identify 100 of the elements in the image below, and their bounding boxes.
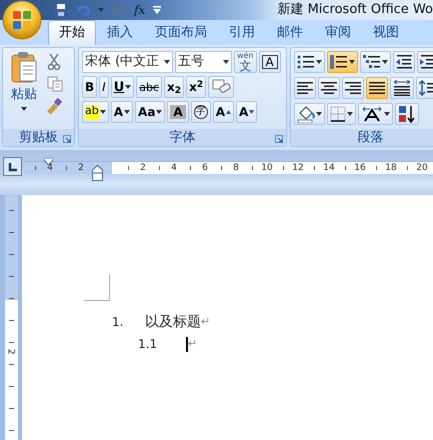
customize-icon: [153, 6, 162, 14]
align-center-icon: [321, 81, 337, 95]
ruler-number: 14: [323, 162, 335, 174]
ruler-number: 6: [202, 162, 208, 174]
dialog-launcher-icon: [63, 135, 71, 143]
dialog-launcher-icon: [275, 135, 283, 143]
clear-format-icon: [211, 78, 232, 96]
align-right-button[interactable]: [342, 77, 364, 99]
margin-corner-mark: [84, 275, 110, 301]
justify-button[interactable]: [366, 77, 388, 99]
ribbon-tab[interactable]: 视图: [362, 20, 410, 45]
asian-layout-button[interactable]: [358, 103, 393, 125]
ruler-number: 2: [4, 348, 16, 355]
ruler-number: 8: [233, 162, 239, 174]
copy-button[interactable]: [46, 75, 64, 93]
enclose-button[interactable]: 字: [190, 101, 211, 123]
redo-icon: [112, 4, 126, 16]
font-size-field[interactable]: 五号: [175, 51, 232, 73]
copy-icon: [47, 76, 63, 92]
tab-stop-icon: [8, 162, 18, 172]
line-spacing-icon: [419, 80, 433, 96]
group-label: 字体: [168, 128, 196, 146]
sort-button[interactable]: [395, 103, 419, 125]
caret-icon: [98, 8, 104, 12]
phonetic-button[interactable]: wén 文: [234, 51, 257, 73]
char-border-button[interactable]: A: [258, 51, 281, 73]
multilevel-icon: [363, 55, 381, 69]
ruler-number: 12: [292, 162, 304, 174]
shading-button[interactable]: [294, 103, 325, 125]
format-painter-button[interactable]: [46, 97, 64, 115]
ruler-number: 16: [354, 162, 366, 174]
save-button[interactable]: [52, 1, 70, 19]
strike-button[interactable]: abc: [136, 76, 162, 98]
up-arrow-icon: [226, 110, 232, 114]
line-spacing-button[interactable]: [416, 77, 433, 99]
clipboard-icon: [10, 51, 38, 83]
ribbon-tab[interactable]: 页面布局: [144, 20, 218, 45]
ruler-number: 4: [47, 162, 53, 174]
ribbon-tab[interactable]: 审阅: [314, 20, 362, 45]
borders-button[interactable]: [327, 103, 356, 125]
increase-indent-button[interactable]: [417, 51, 433, 73]
align-right-icon: [345, 81, 361, 95]
formula-button[interactable]: fx: [132, 1, 148, 19]
ribbon-tab[interactable]: 开始: [48, 20, 96, 45]
subscript-button[interactable]: x$_{2}$: [164, 76, 184, 98]
shrink-button[interactable]: A: [236, 101, 258, 123]
paragraph-mark: ↵: [201, 314, 210, 330]
paint-bucket-icon: [297, 105, 315, 123]
char-shading-button[interactable]: A: [167, 101, 189, 123]
paragraph-mark: ↵: [188, 336, 198, 352]
caret-icon: [21, 106, 27, 110]
font-name-field[interactable]: 宋体 (中文正: [82, 51, 173, 73]
decrease-indent-icon: [396, 55, 412, 69]
caret-icon: [223, 60, 229, 64]
bullets-button[interactable]: [294, 51, 325, 73]
list-number: 1.1: [138, 336, 158, 353]
italic-button[interactable]: I: [99, 76, 109, 98]
borders-icon: [330, 106, 346, 122]
superscript-button[interactable]: x$^{2}$: [186, 76, 206, 98]
window-title: 新建 Microsoft Office Wo: [277, 1, 433, 20]
distributed-button[interactable]: [390, 77, 414, 99]
brush-icon: [47, 98, 63, 114]
clear-format-button[interactable]: [208, 76, 234, 98]
scissors-icon: [47, 54, 61, 70]
ribbon-tab[interactable]: 插入: [96, 20, 144, 45]
ribbon-tab[interactable]: 引用: [218, 20, 266, 45]
ribbon-tab[interactable]: 邮件: [266, 20, 314, 45]
group-label: 段落: [356, 128, 384, 146]
ruler-number: 10: [261, 162, 273, 174]
font-color-button[interactable]: A: [110, 101, 134, 123]
multilevel-button[interactable]: [360, 51, 391, 73]
ruler-number: 4: [171, 162, 177, 174]
align-left-button[interactable]: [294, 77, 316, 99]
justify-icon: [369, 81, 385, 95]
tab-stop-button[interactable]: [3, 157, 22, 176]
decrease-indent-button[interactable]: [393, 51, 415, 73]
grow-button[interactable]: A: [212, 101, 234, 123]
save-icon: [54, 3, 68, 17]
undo-icon: [76, 4, 90, 16]
ruler-number: 20: [416, 162, 428, 174]
paste-button[interactable]: 粘贴: [6, 51, 42, 129]
group-label: 剪贴板: [18, 128, 59, 146]
list-text: 以及标题: [145, 312, 201, 332]
align-left-icon: [297, 81, 313, 95]
underline-button[interactable]: U: [110, 76, 134, 98]
numbering-icon: [330, 55, 348, 69]
ruler-number: 2: [140, 162, 146, 174]
down-arrow-icon: [249, 110, 254, 114]
ruler-number: 18: [385, 162, 397, 174]
numbering-button[interactable]: [327, 51, 358, 73]
sort-icon: [398, 105, 416, 123]
highlight-button[interactable]: ab: [82, 101, 109, 123]
distributed-icon: [393, 80, 411, 96]
bullets-icon: [297, 55, 315, 69]
asian-layout-icon: [361, 106, 383, 122]
change-case-button[interactable]: Aa: [135, 101, 166, 123]
first-line-indent-marker[interactable]: [44, 158, 53, 165]
align-center-button[interactable]: [318, 77, 340, 99]
bold-button[interactable]: B: [82, 76, 98, 98]
ruler-number: 2: [78, 162, 84, 174]
